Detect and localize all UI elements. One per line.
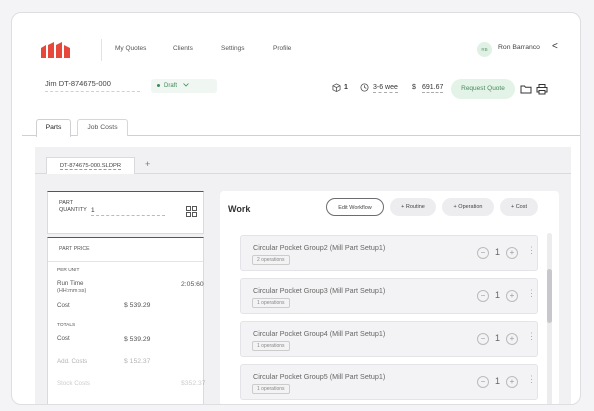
work-panel: Work Edit Workflow + Routine + Operation… [220,191,559,404]
totals-heading: TOTALS [57,323,76,328]
clock-icon [360,83,369,92]
quantity-label-line1: PART [59,200,74,206]
tab-job-costs[interactable]: Job Costs [77,119,128,136]
brand-logo-icon[interactable] [41,42,73,58]
collapse-icon[interactable]: < [552,41,562,53]
run-time-label: Run Time [57,280,84,287]
operation-name: Circular Pocket Group5 (Mill Part Setup1… [253,372,386,381]
more-options-icon[interactable]: ⋮ [527,375,536,384]
increment-button[interactable]: + [506,247,518,259]
quantity-card: PART QUANTITY 1 [47,191,204,234]
status-dropdown[interactable]: Draft [151,79,217,93]
total-cost-value: $ 539.29 [124,336,151,343]
status-dot-icon [157,83,160,87]
lead-time-field[interactable]: 3-6 wee [373,84,398,93]
job-title-field[interactable]: Jim DT-874675-000 [45,79,140,92]
additional-costs-value: $ 152.37 [124,358,151,365]
nav-divider [101,39,102,61]
add-routine-button[interactable]: + Routine [390,198,436,216]
increment-button[interactable]: + [506,376,518,388]
more-options-icon[interactable]: ⋮ [527,246,536,255]
file-tab-label: DT-874675-000.SLDPR [59,163,122,170]
nav-link-my-quotes[interactable]: My Quotes [115,45,146,52]
additional-costs-label: Add. Costs [57,358,88,365]
more-options-icon[interactable]: ⋮ [527,289,536,298]
operation-card[interactable]: Circular Pocket Group3 (Mill Part Setup1… [240,278,538,314]
add-operation-button[interactable]: + Operation [442,198,494,216]
decrement-button[interactable]: − [477,333,489,345]
cube-icon [332,83,341,92]
unit-cost-value: $ 539.29 [124,302,151,309]
quantity-label-line2: QUANTITY [59,207,87,213]
operation-card[interactable]: Circular Pocket Group4 (Mill Part Setup1… [240,321,538,357]
job-price-field[interactable]: 691.67 [422,84,444,93]
operation-name: Circular Pocket Group4 (Mill Part Setup1… [253,329,386,338]
grid-icon[interactable] [186,206,197,217]
price-divider [48,261,203,262]
run-time-unit: (HH:mm:ss) [57,288,87,294]
status-label: Draft [164,83,178,89]
tab-parts[interactable]: Parts [36,119,71,137]
user-name[interactable]: Ron Barranco [498,44,540,51]
price-currency: $ [412,84,416,91]
folder-icon[interactable] [520,83,532,95]
part-price-card: PART PRICE PER UNIT Run Time (HH:mm:ss) … [47,237,206,404]
add-cost-button[interactable]: + Cost [500,198,538,216]
scrollbar-track[interactable] [547,233,552,404]
operation-count-badge: 1 operations [252,384,290,394]
nav-link-clients[interactable]: Clients [173,45,193,52]
operation-quantity: 1 [495,333,501,343]
decrement-button[interactable]: − [477,290,489,302]
top-nav: My Quotes Clients Settings Profile RB Ro… [12,33,580,65]
decrement-button[interactable]: − [477,247,489,259]
quantity-input[interactable]: 1 [91,207,165,216]
add-file-tab-button[interactable]: + [145,159,150,169]
stock-costs-label: Stock Costs [57,380,91,387]
increment-button[interactable]: + [506,333,518,345]
app-window: My Quotes Clients Settings Profile RB Ro… [11,12,581,405]
stock-costs-value: $352.37 [181,380,206,387]
avatar[interactable]: RB [477,42,492,57]
decrement-button[interactable]: − [477,376,489,388]
operation-name: Circular Pocket Group3 (Mill Part Setup1… [253,286,386,295]
quantity-label: PART QUANTITY [59,200,87,214]
operation-quantity: 1 [495,247,501,257]
nav-link-settings[interactable]: Settings [221,45,245,52]
unit-cost-label: Cost [57,302,70,309]
file-tab[interactable]: DT-874675-000.SLDPR [46,157,135,174]
chevron-down-icon [182,83,189,87]
operation-count-badge: 2 operations [252,255,290,265]
work-title: Work [228,204,251,214]
operation-count-badge: 1 operations [252,298,290,308]
per-unit-heading: PER UNIT [57,268,80,273]
scrollbar-thumb[interactable] [547,269,552,323]
edit-workflow-button[interactable]: Edit Workflow [326,198,384,216]
operation-card[interactable]: Circular Pocket Group5 (Mill Part Setup1… [240,364,538,400]
operation-quantity: 1 [495,376,501,386]
part-price-title: PART PRICE [59,246,90,252]
operation-card[interactable]: Circular Pocket Group2 (Mill Part Setup1… [240,235,538,271]
operation-quantity: 1 [495,290,501,300]
request-quote-button[interactable]: Request Quote [451,79,515,99]
operation-count-badge: 1 operations [252,341,290,351]
printer-icon[interactable] [536,83,548,95]
more-options-icon[interactable]: ⋮ [527,332,536,341]
run-time-value[interactable]: 2:05:60 [181,281,204,288]
operation-name: Circular Pocket Group2 (Mill Part Setup1… [253,243,386,252]
parts-count: 1 [344,84,348,91]
total-cost-label: Cost [57,335,70,342]
increment-button[interactable]: + [506,290,518,302]
nav-link-profile[interactable]: Profile [273,45,291,52]
